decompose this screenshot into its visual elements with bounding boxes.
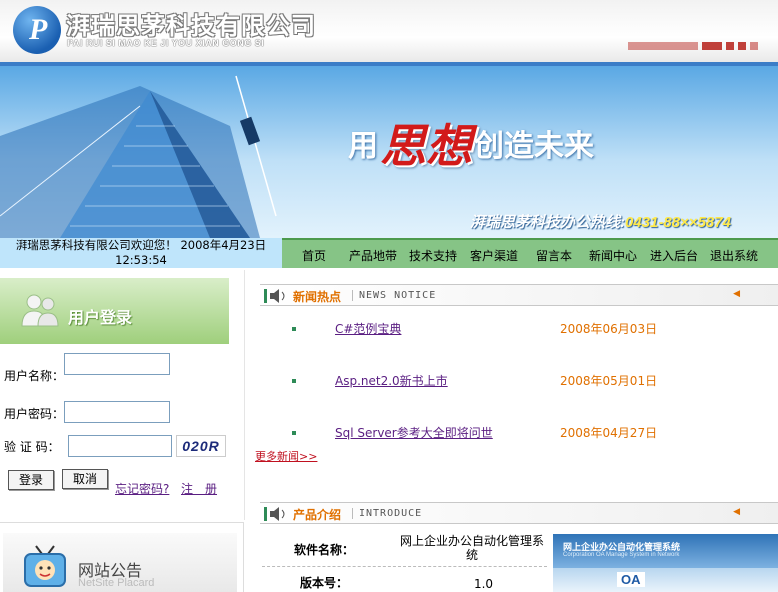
nav-home[interactable]: 首页 xyxy=(302,247,326,264)
username-input[interactable] xyxy=(64,353,170,375)
speaker-icon xyxy=(264,507,285,521)
welcome-time: 12:53:54 xyxy=(115,253,167,267)
product-screenshot[interactable]: 网上企业办公自动化管理系统 Corporation OA Manage Syst… xyxy=(553,534,778,592)
news-item-title[interactable]: Asp.net2.0新书上市 xyxy=(335,372,448,389)
cancel-button[interactable]: 取消 xyxy=(62,469,108,489)
news-title-en: NEWS NOTICE xyxy=(352,290,436,301)
news-item-date: 2008年04月27日 xyxy=(560,426,658,440)
product-section-header: 产品介绍 INTRODUCE ◀ xyxy=(260,502,778,524)
page: P 湃瑞思茅科技有限公司 PAI RUI SI MAO KE JI YOU XI… xyxy=(0,0,778,592)
nav-support[interactable]: 技术支持 xyxy=(409,247,457,264)
news-section-header: 新闻热点 NEWS NOTICE ◀ xyxy=(260,284,778,306)
site-header: P 湃瑞思茅科技有限公司 PAI RUI SI MAO KE JI YOU XI… xyxy=(0,0,778,62)
speaker-icon xyxy=(264,289,285,303)
nav-news[interactable]: 新闻中心 xyxy=(589,247,637,264)
welcome-bar: 湃瑞思茅科技有限公司欢迎您！ 2008年4月23日 12:53:54 xyxy=(0,238,282,268)
login-title: 用户登录 xyxy=(68,310,133,327)
news-item-title[interactable]: Sql Server参考大全即将问世 xyxy=(335,424,493,441)
screenshot-bar xyxy=(553,568,778,592)
version-value: 1.0 xyxy=(473,577,494,591)
company-name: 湃瑞思茅科技有限公司 xyxy=(66,13,316,40)
nav-channels[interactable]: 客户渠道 xyxy=(470,247,518,264)
captcha-input[interactable] xyxy=(68,435,172,457)
news-item[interactable]: Asp.net2.0新书上市 2008年05月01日 xyxy=(260,372,778,396)
notice-subtitle: NetSite Placard xyxy=(78,577,155,589)
triangle-left-icon: ◀ xyxy=(733,289,740,299)
screenshot-subtitle: Corporation OA Manage System in Network xyxy=(563,552,680,558)
main-nav: 首页 产品地带 技术支持 客户渠道 留言本 新闻中心 进入后台 退出系统 xyxy=(282,238,778,268)
login-header: 用户登录 xyxy=(0,278,229,344)
building-graphic xyxy=(0,75,277,238)
bullet-icon xyxy=(292,327,296,331)
welcome-text: 湃瑞思茅科技有限公司欢迎您！ 2008年4月23日 xyxy=(15,238,267,252)
product-title-en: INTRODUCE xyxy=(352,508,422,519)
version-label: 版本号： xyxy=(300,576,349,590)
company-pinyin: PAI RUI SI MAO KE JI YOU XIAN GONG SI xyxy=(67,38,265,48)
nav-products[interactable]: 产品地带 xyxy=(349,247,397,264)
software-name-value: 网上企业办公自动化管理系统 xyxy=(399,534,544,562)
username-label: 用户名称： xyxy=(4,369,65,383)
slogan: 用 思想 创造未来 xyxy=(348,110,594,176)
captcha-label: 验 证 码： xyxy=(4,440,60,454)
screenshot-badge: OA xyxy=(617,572,645,587)
news-item[interactable]: Sql Server参考大全即将问世 2008年04月27日 xyxy=(260,424,778,448)
bullet-icon xyxy=(292,379,296,383)
row-divider xyxy=(262,566,547,567)
decorative-red-bars xyxy=(628,42,778,50)
news-item-date: 2008年05月01日 xyxy=(560,374,658,388)
nav-guestbook[interactable]: 留言本 xyxy=(536,247,572,264)
hotline: 湃瑞思茅科技办公热线:0431-88××5874 xyxy=(470,211,731,232)
password-label: 用户密码： xyxy=(4,407,65,421)
news-item-date: 2008年06月03日 xyxy=(560,322,658,336)
hotline-label: 湃瑞思茅科技办公热线: xyxy=(470,214,625,231)
software-name-label: 软件名称： xyxy=(294,543,355,557)
register-link[interactable]: 注 册 xyxy=(181,480,217,497)
slogan-post: 创造未来 xyxy=(474,130,594,163)
hotline-number: 0431-88××5874 xyxy=(625,214,731,231)
slogan-pre: 用 xyxy=(348,130,378,163)
bullet-icon xyxy=(292,431,296,435)
product-info: 软件名称： 网上企业办公自动化管理系统 版本号： 1.0 xyxy=(258,530,553,592)
more-news-link[interactable]: 更多新闻>> xyxy=(255,448,317,464)
login-button[interactable]: 登录 xyxy=(8,470,54,490)
captcha-image[interactable]: 020R xyxy=(176,435,226,457)
product-title: 产品介绍 xyxy=(293,508,342,522)
password-input[interactable] xyxy=(64,401,170,423)
nav-logout[interactable]: 退出系统 xyxy=(710,247,758,264)
company-logo-icon: P xyxy=(13,6,61,54)
tv-icon xyxy=(24,545,66,587)
triangle-left-icon: ◀ xyxy=(733,507,740,517)
users-icon xyxy=(21,294,59,327)
news-item-title[interactable]: C#范例宝典 xyxy=(335,320,401,337)
forgot-password-link[interactable]: 忘记密码? xyxy=(115,480,169,497)
hero-banner: 用 思想 创造未来 湃瑞思茅科技办公热线:0431-88××5874 xyxy=(0,66,778,238)
news-item[interactable]: C#范例宝典 2008年06月03日 xyxy=(260,320,778,344)
column-divider xyxy=(244,270,245,520)
slogan-main: 思想 xyxy=(380,121,472,172)
news-title: 新闻热点 xyxy=(293,290,342,304)
nav-admin[interactable]: 进入后台 xyxy=(650,247,698,264)
